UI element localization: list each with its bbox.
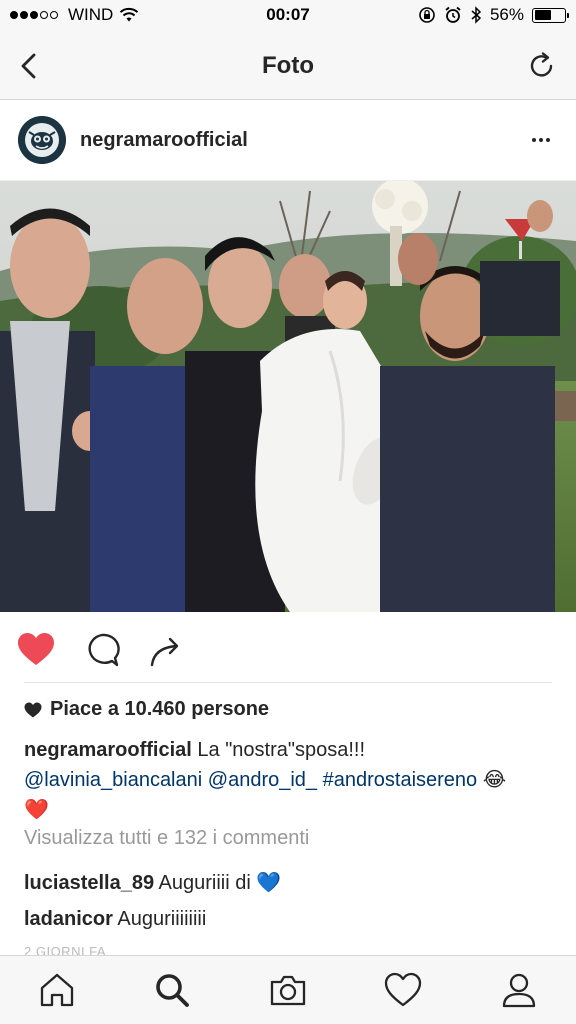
comment-text: Auguriiii di <box>158 872 251 894</box>
comment-text: Auguriiiiiiii <box>117 908 207 930</box>
heart-emoji: ❤️ <box>24 799 49 821</box>
alarm-icon <box>445 6 461 23</box>
avatar[interactable] <box>18 116 66 164</box>
more-options-icon[interactable] <box>528 127 554 153</box>
avatar-logo-icon <box>18 116 66 164</box>
battery-percentage: 56% <box>489 5 524 24</box>
mention-andro[interactable]: @andro_id_ <box>208 769 317 791</box>
page-title: Foto <box>262 52 314 79</box>
comment-username[interactable]: ladanicor <box>24 908 113 930</box>
search-icon[interactable] <box>152 970 192 1010</box>
status-bar: WIND 00:07 56% <box>0 0 576 32</box>
status-right: 56% <box>418 5 569 25</box>
battery-icon <box>532 7 569 23</box>
comment-item: ladanicor Auguriiiiiiii <box>24 908 206 931</box>
battery-level <box>534 10 551 20</box>
activity-heart-icon[interactable] <box>383 970 423 1010</box>
divider <box>24 682 552 683</box>
post-caption: negramaroofficial La "nostra"sposa!!! @l… <box>24 735 554 825</box>
view-all-comments-link[interactable]: Visualizza tutti e 132 i commenti <box>24 827 309 850</box>
post-actions <box>0 612 576 682</box>
laughing-emoji: 😂 <box>482 769 507 791</box>
rotation-lock-icon <box>419 7 435 23</box>
bluetooth-icon <box>471 6 482 24</box>
comment-username[interactable]: luciastella_89 <box>24 872 154 894</box>
share-arrow-icon[interactable] <box>146 630 186 670</box>
back-chevron-icon[interactable] <box>14 50 46 82</box>
small-heart-icon <box>24 702 42 717</box>
blue-heart-emoji: 💙 <box>256 872 282 894</box>
mention-lavinia[interactable]: @lavinia_biancalani <box>24 769 202 791</box>
wedding-photo-illustration <box>0 181 576 612</box>
bottom-tab-bar <box>0 955 576 1024</box>
hashtag-androstaisereno[interactable]: #androstaisereno <box>323 769 478 791</box>
comment-bubble-icon[interactable] <box>82 630 122 670</box>
comment-item: luciastella_89 Auguriiii di 💙 <box>24 870 281 895</box>
camera-icon[interactable] <box>268 970 308 1010</box>
profile-icon[interactable] <box>499 970 539 1010</box>
post-header: negramaroofficial <box>0 101 576 181</box>
refresh-icon[interactable] <box>526 50 558 82</box>
home-icon[interactable] <box>37 970 77 1010</box>
likes-text: Piace a 10.460 persone <box>50 698 270 720</box>
caption-text: La "nostra"sposa!!! <box>197 739 366 761</box>
post-username[interactable]: negramaroofficial <box>80 129 248 152</box>
navigation-bar: Foto <box>0 32 576 100</box>
post-photo[interactable] <box>0 181 576 612</box>
caption-username[interactable]: negramaroofficial <box>24 739 192 761</box>
likes-count[interactable]: Piace a 10.460 persone <box>24 698 269 721</box>
like-heart-icon[interactable] <box>16 630 56 670</box>
